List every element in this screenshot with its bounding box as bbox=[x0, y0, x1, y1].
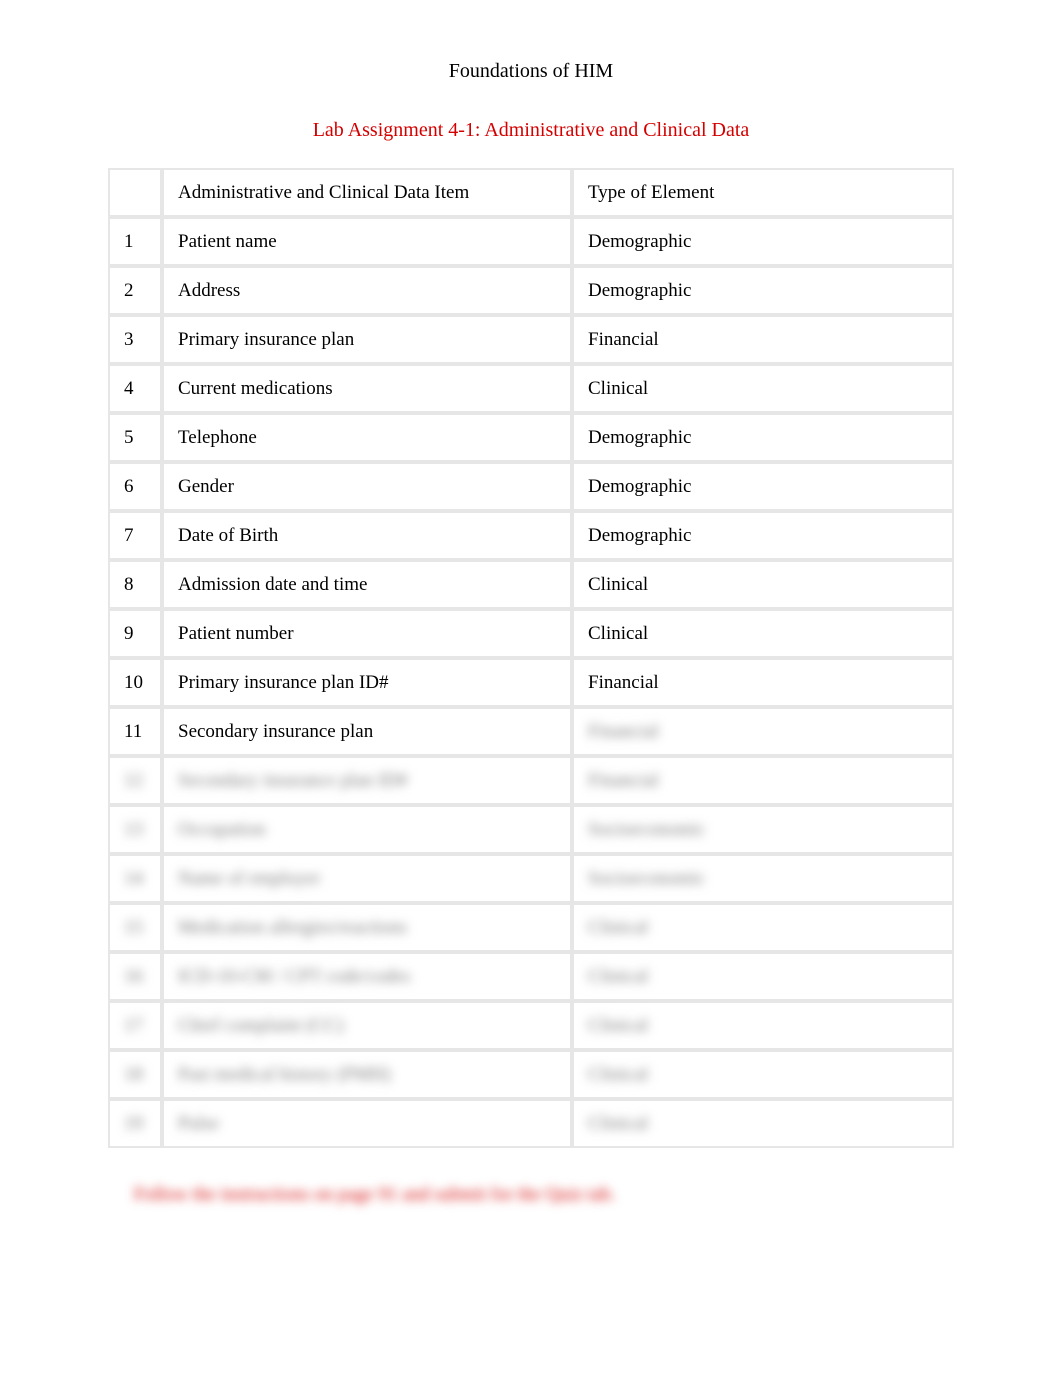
row-number: 2 bbox=[108, 266, 162, 315]
row-type: Clinical bbox=[572, 364, 954, 413]
table-row: 15Medication allergies/reactionsClinical bbox=[108, 903, 954, 952]
table-row: 2AddressDemographic bbox=[108, 266, 954, 315]
row-item: Chief complaint (CC) bbox=[162, 1001, 572, 1050]
row-item: Pulse bbox=[162, 1099, 572, 1148]
row-number: 10 bbox=[108, 658, 162, 707]
table-row: 3Primary insurance planFinancial bbox=[108, 315, 954, 364]
row-type: Clinical bbox=[572, 560, 954, 609]
row-number: 19 bbox=[108, 1099, 162, 1148]
table-row: 1Patient nameDemographic bbox=[108, 217, 954, 266]
row-item: Past medical history (PMH) bbox=[162, 1050, 572, 1099]
row-type: Financial bbox=[572, 658, 954, 707]
row-number: 5 bbox=[108, 413, 162, 462]
table-row: 8Admission date and timeClinical bbox=[108, 560, 954, 609]
row-number: 13 bbox=[108, 805, 162, 854]
row-type: Clinical bbox=[572, 1050, 954, 1099]
row-item: Address bbox=[162, 266, 572, 315]
table-row: 18Past medical history (PMH)Clinical bbox=[108, 1050, 954, 1099]
row-type: Demographic bbox=[572, 266, 954, 315]
row-item: Patient name bbox=[162, 217, 572, 266]
row-number: 15 bbox=[108, 903, 162, 952]
row-item: Name of employer bbox=[162, 854, 572, 903]
table-row: 16ICD-10-CM / CPT code/codesClinical bbox=[108, 952, 954, 1001]
header-cell-number bbox=[108, 168, 162, 217]
row-item: Telephone bbox=[162, 413, 572, 462]
row-type: Clinical bbox=[572, 609, 954, 658]
row-number: 7 bbox=[108, 511, 162, 560]
row-item: Patient number bbox=[162, 609, 572, 658]
data-table: Administrative and Clinical Data Item Ty… bbox=[108, 168, 954, 1148]
footer-note: Follow the instructions on page 91 and s… bbox=[134, 1184, 615, 1206]
row-item: Primary insurance plan ID# bbox=[162, 658, 572, 707]
row-number: 16 bbox=[108, 952, 162, 1001]
row-type: Demographic bbox=[572, 217, 954, 266]
row-number: 8 bbox=[108, 560, 162, 609]
row-type: Clinical bbox=[572, 1099, 954, 1148]
row-item: Secondary insurance plan bbox=[162, 707, 572, 756]
row-type: Demographic bbox=[572, 462, 954, 511]
row-type: Socioeconomic bbox=[572, 805, 954, 854]
header-cell-item: Administrative and Clinical Data Item bbox=[162, 168, 572, 217]
row-item: Primary insurance plan bbox=[162, 315, 572, 364]
row-number: 6 bbox=[108, 462, 162, 511]
header-cell-type: Type of Element bbox=[572, 168, 954, 217]
table-row: 12Secondary insurance plan ID#Financial bbox=[108, 756, 954, 805]
row-type: Clinical bbox=[572, 903, 954, 952]
table-row: 5TelephoneDemographic bbox=[108, 413, 954, 462]
table-row: 14Name of employerSocioeconomic bbox=[108, 854, 954, 903]
row-number: 3 bbox=[108, 315, 162, 364]
table-row: 19PulseClinical bbox=[108, 1099, 954, 1148]
row-item: Admission date and time bbox=[162, 560, 572, 609]
row-number: 14 bbox=[108, 854, 162, 903]
row-type: Demographic bbox=[572, 413, 954, 462]
row-type: Financial bbox=[572, 707, 954, 756]
row-type: Financial bbox=[572, 756, 954, 805]
table-row: 10Primary insurance plan ID#Financial bbox=[108, 658, 954, 707]
row-item: Occupation bbox=[162, 805, 572, 854]
row-item: Current medications bbox=[162, 364, 572, 413]
row-item: Medication allergies/reactions bbox=[162, 903, 572, 952]
row-item: Gender bbox=[162, 462, 572, 511]
page: Foundations of HIM Lab Assignment 4-1: A… bbox=[0, 0, 1062, 1246]
row-type: Clinical bbox=[572, 1001, 954, 1050]
row-number: 1 bbox=[108, 217, 162, 266]
row-number: 11 bbox=[108, 707, 162, 756]
course-title: Foundations of HIM bbox=[90, 60, 972, 83]
row-number: 4 bbox=[108, 364, 162, 413]
table-row: 11Secondary insurance planFinancial bbox=[108, 707, 954, 756]
table-row: 6GenderDemographic bbox=[108, 462, 954, 511]
table-row: 9Patient numberClinical bbox=[108, 609, 954, 658]
assignment-title: Lab Assignment 4-1: Administrative and C… bbox=[90, 119, 972, 142]
table-row: 4Current medicationsClinical bbox=[108, 364, 954, 413]
row-number: 18 bbox=[108, 1050, 162, 1099]
row-type: Clinical bbox=[572, 952, 954, 1001]
row-number: 17 bbox=[108, 1001, 162, 1050]
row-type: Financial bbox=[572, 315, 954, 364]
row-type: Demographic bbox=[572, 511, 954, 560]
row-item: Date of Birth bbox=[162, 511, 572, 560]
row-number: 12 bbox=[108, 756, 162, 805]
table-row: 13OccupationSocioeconomic bbox=[108, 805, 954, 854]
row-type: Socioeconomic bbox=[572, 854, 954, 903]
row-item: ICD-10-CM / CPT code/codes bbox=[162, 952, 572, 1001]
table-row: 17Chief complaint (CC)Clinical bbox=[108, 1001, 954, 1050]
row-item: Secondary insurance plan ID# bbox=[162, 756, 572, 805]
row-number: 9 bbox=[108, 609, 162, 658]
table-row: 7Date of BirthDemographic bbox=[108, 511, 954, 560]
table-header-row: Administrative and Clinical Data Item Ty… bbox=[108, 168, 954, 217]
